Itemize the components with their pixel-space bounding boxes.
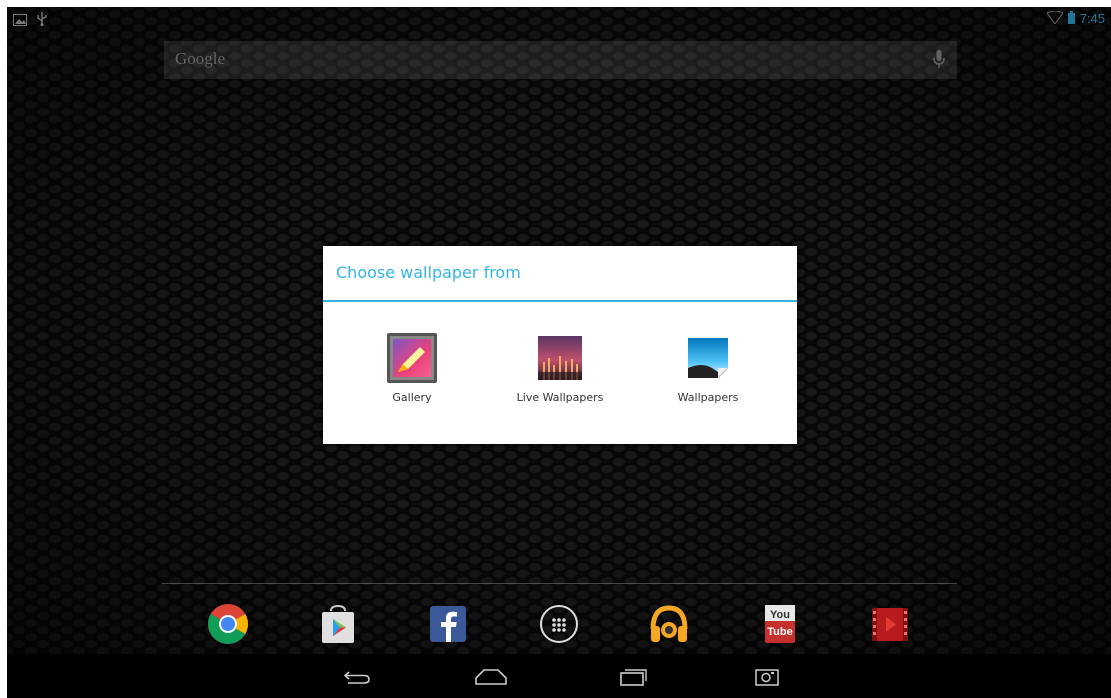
- live-wallpapers-label: Live Wallpapers: [516, 391, 604, 404]
- live-wallpapers-icon: [534, 332, 586, 384]
- wallpapers-option[interactable]: Wallpapers: [633, 332, 783, 404]
- dialog-divider: [323, 300, 797, 302]
- gallery-icon: [386, 332, 438, 384]
- home-screen: 7:45 Google You Tube Choose wallpaper fr…: [7, 7, 1111, 698]
- youtube-icon[interactable]: You Tube: [759, 603, 801, 645]
- all-apps-icon[interactable]: [538, 603, 580, 645]
- gallery-label: Gallery: [392, 391, 432, 404]
- gallery-option[interactable]: Gallery: [337, 332, 487, 404]
- dock-divider: [162, 583, 957, 584]
- facebook-icon[interactable]: [427, 603, 469, 645]
- screenshot-icon[interactable]: [747, 665, 787, 689]
- play-movies-icon[interactable]: [869, 603, 911, 645]
- choose-wallpaper-dialog: Choose wallpaper from Gallery Live Wallp…: [323, 246, 797, 444]
- wallpapers-icon: [682, 332, 734, 384]
- play-store-icon[interactable]: [317, 603, 359, 645]
- dialog-title: Choose wallpaper from: [336, 263, 521, 282]
- youtube-you-text: You: [770, 609, 790, 621]
- wallpapers-label: Wallpapers: [677, 391, 739, 404]
- live-wallpapers-option[interactable]: Live Wallpapers: [485, 332, 635, 404]
- youtube-tube-text: Tube: [767, 626, 792, 638]
- back-icon[interactable]: [337, 665, 377, 689]
- chrome-icon[interactable]: [207, 603, 249, 645]
- play-music-icon[interactable]: [648, 603, 690, 645]
- navigation-bar: [7, 654, 1111, 698]
- home-icon[interactable]: [471, 665, 511, 689]
- recent-apps-icon[interactable]: [613, 665, 653, 689]
